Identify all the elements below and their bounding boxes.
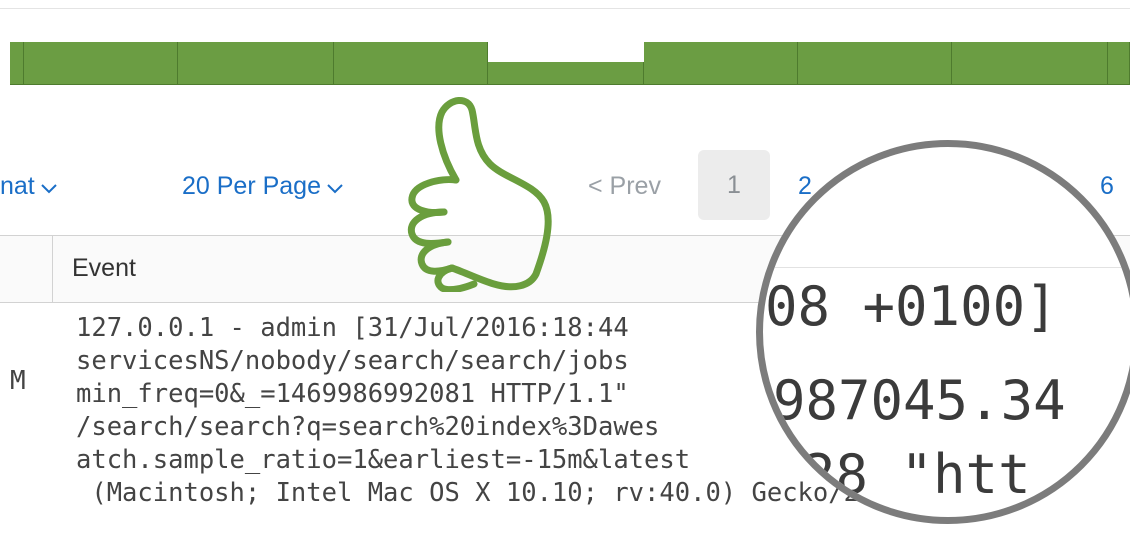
page-button-6[interactable]: 6 — [1100, 172, 1114, 201]
column-divider — [52, 236, 53, 302]
timeline-bar[interactable] — [10, 42, 24, 84]
magnifier-lens: 08 +0100] 987045.34 28 "htt — [756, 140, 1130, 524]
timeline-bar[interactable] — [952, 42, 1108, 84]
magnified-text: 987045.34 — [773, 369, 1066, 432]
event-line: (Macintosh; Intel Mac OS X 10.10; rv:40.… — [76, 478, 921, 508]
event-line: atch.sample_ratio=1&earliest=-15m&latest — [76, 445, 691, 475]
timeline-bar[interactable] — [334, 42, 488, 84]
thumbs-up-icon — [394, 92, 574, 294]
format-menu-label: nat — [0, 172, 35, 200]
magnified-text: 08 +0100] — [765, 275, 1058, 338]
prev-page-button[interactable]: < Prev — [588, 172, 661, 201]
format-menu[interactable]: nat — [0, 172, 57, 201]
timeline-baseline — [10, 84, 1130, 85]
timeline-bar[interactable] — [798, 42, 952, 84]
timeline-bar[interactable] — [24, 42, 178, 84]
per-page-menu[interactable]: 20 Per Page — [182, 172, 343, 201]
chevron-down-icon — [327, 172, 343, 201]
chevron-down-icon — [41, 172, 57, 201]
timeline-histogram[interactable] — [10, 42, 1130, 84]
event-column-header[interactable]: Event — [72, 254, 136, 283]
magnified-header-border — [763, 267, 1130, 268]
page-button-1[interactable]: 1 — [698, 150, 770, 220]
magnified-text: 28 "htt — [803, 443, 1031, 506]
timeline-bar[interactable] — [488, 62, 644, 84]
per-page-label: 20 Per Page — [182, 172, 321, 200]
page-button-2[interactable]: 2 — [798, 172, 812, 201]
timeline-bar[interactable] — [1108, 42, 1130, 84]
timeline-bar[interactable] — [644, 42, 798, 84]
top-divider — [0, 8, 1130, 9]
event-time-cell: M — [10, 366, 26, 396]
timeline-bar[interactable] — [178, 42, 334, 84]
